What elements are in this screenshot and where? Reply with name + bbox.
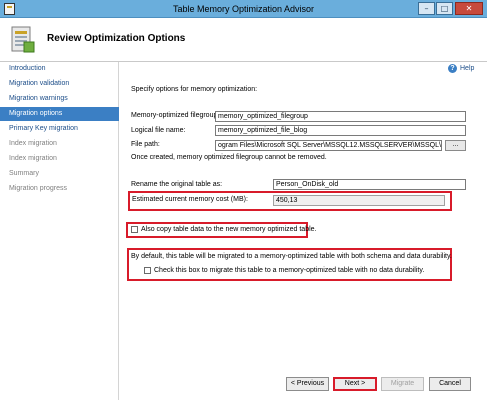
sidebar-item-summary: Summary <box>9 170 39 177</box>
sidebar-item-migration-validation[interactable]: Migration validation <box>0 77 119 91</box>
wizard-header: Review Optimization Options <box>0 18 487 62</box>
window-title: Table Memory Optimization Advisor <box>172 4 315 14</box>
file-path-label: File path: <box>131 141 160 148</box>
copy-data-label: Also copy table data to the new memory o… <box>141 226 317 233</box>
cancel-button[interactable]: Cancel <box>429 377 471 391</box>
sidebar-item-migration-options[interactable]: Migration options <box>0 107 119 121</box>
help-link[interactable]: ? Help <box>448 64 474 73</box>
wizard-icon <box>11 26 35 53</box>
sidebar-item-migration-progress: Migration progress <box>9 185 67 192</box>
maximize-button[interactable]: □ <box>436 2 453 15</box>
sidebar-item-primary-key-migration[interactable]: Primary Key migration <box>0 122 119 136</box>
sidebar-item-migration-warnings[interactable]: Migration warnings <box>0 92 119 106</box>
migrate-button: Migrate <box>381 377 424 391</box>
memory-cost-field: 450,13 <box>273 195 445 206</box>
page-title: Review Optimization Options <box>47 33 186 44</box>
close-button[interactable]: ✕ <box>455 2 483 15</box>
file-path-field[interactable]: ogram Files\Microsoft SQL Server\MSSQL12… <box>215 140 442 151</box>
copy-data-option[interactable]: Also copy table data to the new memory o… <box>131 226 316 233</box>
rename-field[interactable]: Person_OnDisk_old <box>273 179 466 190</box>
no-durability-checkbox[interactable] <box>144 267 151 274</box>
filegroup-label: Memory-optimized filegroup: <box>131 112 220 119</box>
durability-note: By default, this table will be migrated … <box>131 253 452 260</box>
intro-text: Specify options for memory optimization: <box>131 86 258 93</box>
help-label: Help <box>460 65 475 72</box>
no-durability-option[interactable]: Check this box to migrate this table to … <box>144 267 424 274</box>
no-durability-label: Check this box to migrate this table to … <box>154 267 425 274</box>
copy-data-checkbox[interactable] <box>131 226 138 233</box>
filegroup-note: Once created, memory optimized filegroup… <box>131 154 327 161</box>
minimize-button[interactable]: – <box>418 2 435 15</box>
browse-button[interactable]: ... <box>445 140 466 151</box>
next-button[interactable]: Next > <box>333 377 377 391</box>
options-panel: ? Help Specify options for memory optimi… <box>120 62 487 400</box>
previous-button[interactable]: < Previous <box>286 377 329 391</box>
filegroup-field[interactable]: memory_optimized_filegroup <box>215 111 466 122</box>
logical-name-label: Logical file name: <box>131 127 186 134</box>
sidebar-item-index-migration: Index migration <box>9 140 57 147</box>
sidebar-item-index-migration-2: Index migration <box>9 155 57 162</box>
rename-label: Rename the original table as: <box>131 181 223 188</box>
title-bar[interactable]: Table Memory Optimization Advisor – □ ✕ <box>0 0 487 18</box>
memory-cost-label: Estimated current memory cost (MB): <box>132 196 248 203</box>
sidebar-item-introduction[interactable]: Introduction <box>0 62 119 76</box>
wizard-sidebar: Introduction Migration validation Migrat… <box>0 62 119 400</box>
help-icon: ? <box>448 64 457 73</box>
logical-name-field[interactable]: memory_optimized_file_blog <box>215 125 466 136</box>
